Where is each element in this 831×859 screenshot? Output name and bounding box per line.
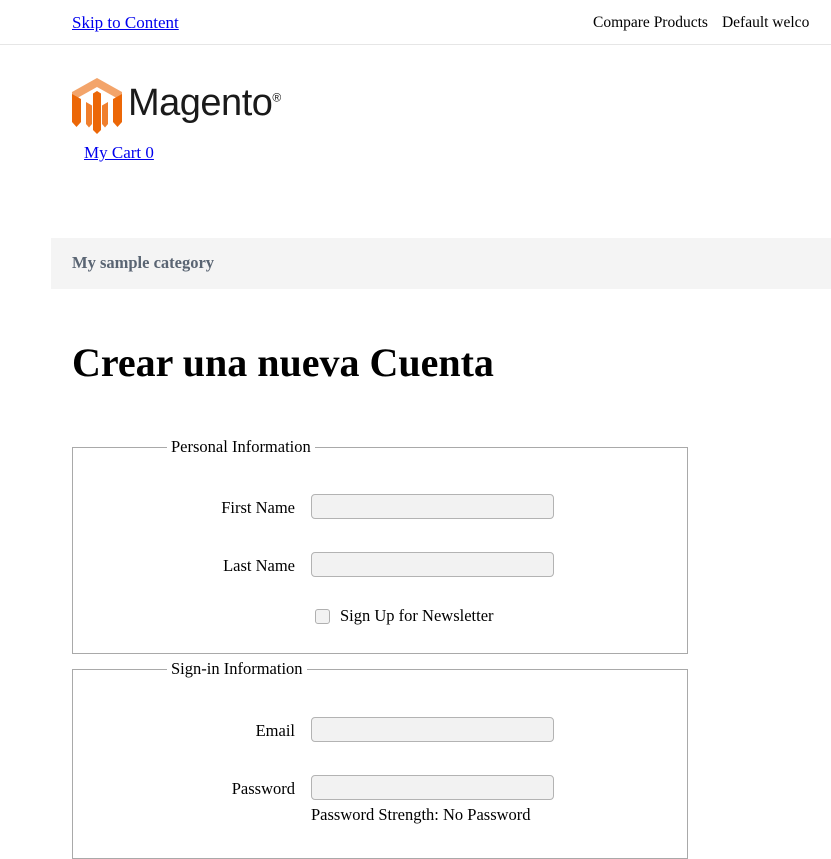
wordmark-text: Magento — [128, 82, 273, 124]
welcome-message: Default welco — [721, 14, 810, 31]
skip-to-content-link[interactable]: Skip to Content — [72, 13, 179, 33]
header-divider — [0, 44, 831, 45]
newsletter-label[interactable]: Sign Up for Newsletter — [340, 606, 494, 626]
nav-item-my-sample-category[interactable]: My sample category — [72, 253, 214, 273]
email-input[interactable] — [311, 717, 554, 742]
personal-information-fieldset: Personal Information First Name Last Nam… — [72, 437, 688, 654]
password-row: Password — [73, 775, 687, 803]
newsletter-checkbox[interactable] — [315, 609, 330, 624]
password-input[interactable] — [311, 775, 554, 800]
last-name-label: Last Name — [223, 556, 295, 575]
last-name-input[interactable] — [311, 552, 554, 577]
page-title: Crear una nueva Cuenta — [72, 340, 494, 385]
magento-wordmark: Magento® — [128, 84, 281, 122]
password-strength-indicator: Password Strength: No Password — [311, 805, 531, 824]
signin-information-legend: Sign-in Information — [171, 659, 303, 678]
password-label: Password — [231, 779, 295, 798]
site-logo[interactable]: Magento® — [72, 78, 372, 140]
email-row: Email — [73, 717, 687, 745]
registered-trademark-icon: ® — [272, 90, 281, 105]
newsletter-row: Sign Up for Newsletter — [73, 606, 687, 633]
first-name-input[interactable] — [311, 494, 554, 519]
first-name-row: First Name — [73, 494, 687, 522]
email-label: Email — [255, 721, 295, 740]
topbar-right-links: Compare Products Default welco — [593, 14, 809, 32]
last-name-row: Last Name — [73, 552, 687, 580]
category-nav-bar: My sample category — [51, 238, 831, 289]
magento-logo-icon — [72, 78, 122, 136]
my-cart-link[interactable]: My Cart 0 — [84, 143, 154, 163]
compare-products-link[interactable]: Compare Products — [593, 14, 708, 31]
top-utility-bar: Skip to Content Compare Products Default … — [0, 0, 831, 44]
personal-information-legend: Personal Information — [171, 437, 311, 456]
signin-information-fieldset: Sign-in Information Email Password Passw… — [72, 659, 688, 859]
first-name-label: First Name — [221, 498, 295, 517]
